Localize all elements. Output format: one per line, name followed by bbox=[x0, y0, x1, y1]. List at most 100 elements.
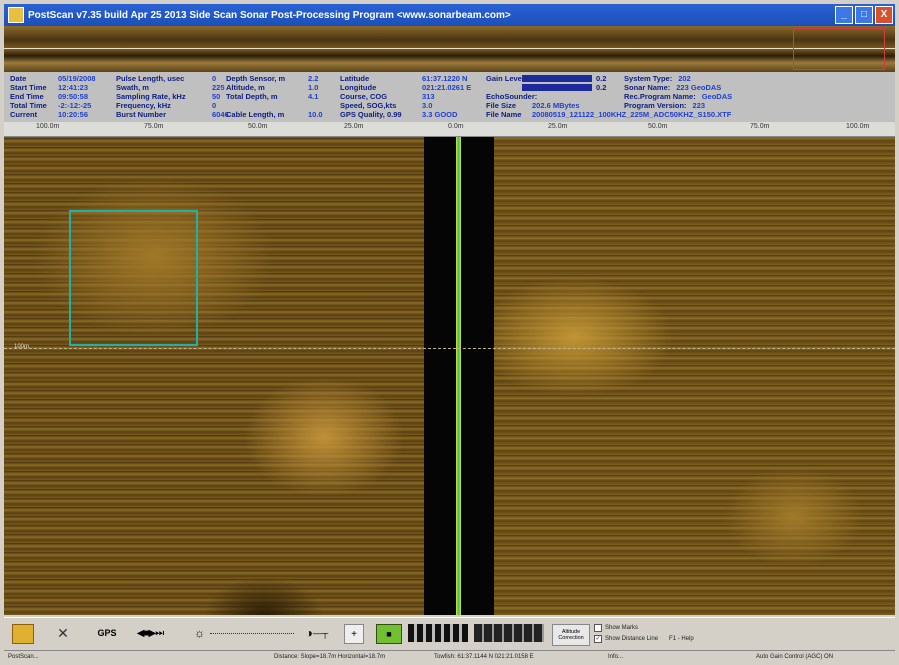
contrast-slider[interactable]: ◑ —┬ bbox=[298, 624, 336, 642]
speed-value: 3.0 bbox=[422, 101, 433, 110]
overview-view-marker[interactable] bbox=[793, 28, 885, 70]
app-icon bbox=[8, 7, 24, 23]
end-time-value: 09:50:58 bbox=[58, 92, 89, 101]
gain-bar-2[interactable] bbox=[522, 84, 592, 91]
altitude-label: Altitude, m bbox=[226, 83, 265, 92]
swath-label: Swath, m bbox=[116, 83, 149, 92]
altitude-correction-button[interactable]: Altitude Correction bbox=[552, 624, 590, 646]
blank-label bbox=[226, 101, 302, 110]
info-panel: Date 05/19/2008 Start Time 12:41:23 End Ti… bbox=[4, 72, 895, 122]
frequency-label: Frequency, kHz bbox=[116, 101, 171, 110]
status-distance: Distance: Slope=18.7m Horizontal=18.7m bbox=[274, 654, 386, 660]
latitude-value: 61:37.1220 N bbox=[422, 74, 468, 83]
title-bar: PostScan v7.35 build Apr 25 2013 Side Sc… bbox=[4, 4, 895, 26]
palette-grayscale-button[interactable] bbox=[408, 624, 468, 642]
show-distance-label: Show Distance Line bbox=[605, 635, 659, 642]
open-folder-icon[interactable] bbox=[12, 624, 34, 644]
status-agc: Auto Gain Control (AGC) ON bbox=[756, 654, 834, 660]
rec-program-value: GeoDAS bbox=[701, 92, 733, 101]
show-distance-checkbox[interactable]: ✓ bbox=[594, 634, 602, 643]
show-distance-option[interactable]: ✓ Show Distance Line F1 - Help bbox=[594, 633, 694, 644]
playback-controls[interactable]: ◀■▶⏭ bbox=[122, 624, 178, 642]
camera-button[interactable]: ■ bbox=[376, 624, 402, 644]
starboard-channel bbox=[494, 137, 895, 615]
info-col-time: Date 05/19/2008 Start Time 12:41:23 End Ti… bbox=[10, 74, 96, 119]
latitude-label: Latitude bbox=[340, 74, 370, 83]
camera-icon: ■ bbox=[386, 629, 392, 639]
ruler-tick-label: 25.0m bbox=[344, 123, 364, 130]
info-col-system: System Type: 202 Sonar Name: 223 GeoDAS Re… bbox=[624, 74, 732, 110]
gps-quality-value: 3.3 GOOD bbox=[422, 110, 458, 119]
echosounder-label: EchoSounder: bbox=[486, 92, 538, 101]
gain-value-2: 0.2 bbox=[596, 83, 607, 92]
window-controls: _ □ X bbox=[835, 6, 893, 24]
status-towfish: Towfish: 61:37.1144 N 021:21.0158 E bbox=[434, 654, 534, 660]
altitude-value: 1.0 bbox=[308, 83, 319, 92]
sonar-waterfall[interactable]: 100m bbox=[4, 137, 895, 615]
close-button[interactable]: X bbox=[875, 6, 893, 24]
frequency-value: 0 bbox=[212, 101, 217, 110]
gps-quality-label: GPS Quality, 0.99 bbox=[340, 110, 402, 119]
date-label: Date bbox=[10, 74, 27, 83]
program-version-label: Program Version: bbox=[624, 101, 687, 110]
distance-line bbox=[4, 348, 895, 349]
window-title: PostScan v7.35 build Apr 25 2013 Side Sc… bbox=[28, 9, 511, 21]
depth-sensor-value: 2.2 bbox=[308, 74, 319, 83]
rec-program-label: Rec.Program Name: bbox=[624, 92, 696, 101]
gain-value-1: 0.2 bbox=[596, 74, 607, 83]
current-time-value: 10:20:56 bbox=[58, 110, 89, 119]
port-channel bbox=[4, 137, 424, 615]
zoom-icon: + bbox=[351, 628, 357, 640]
minimize-button[interactable]: _ bbox=[835, 6, 853, 24]
cable-length-value: 10.0 bbox=[308, 110, 323, 119]
ruler-tick-label: 0.0m bbox=[448, 123, 464, 130]
range-ruler: 100.0m 75.0m 50.0m 25.0m 0.0m 25.0m 50.0… bbox=[4, 122, 895, 137]
overview-strip[interactable] bbox=[4, 26, 895, 72]
maximize-button[interactable]: □ bbox=[855, 6, 873, 24]
current-time-label: Current bbox=[10, 110, 38, 119]
file-name-value: 20080519_121122_100KHZ_225M_ADC50KHZ_S15… bbox=[532, 110, 732, 119]
options-checkboxes: Show Marks ✓ Show Distance Line F1 - Help bbox=[594, 622, 694, 644]
file-size-label: File Size bbox=[486, 101, 517, 110]
ruler-tick-label: 100.0m bbox=[846, 123, 870, 130]
longitude-label: Longitude bbox=[340, 83, 377, 92]
total-depth-value: 4.1 bbox=[308, 92, 319, 101]
show-marks-option[interactable]: Show Marks bbox=[594, 622, 694, 633]
total-depth-label: Total Depth, m bbox=[226, 92, 278, 101]
ruler-tick-label: 50.0m bbox=[648, 123, 668, 130]
sonar-name-label: Sonar Name: bbox=[624, 83, 671, 92]
selection-box[interactable] bbox=[69, 210, 198, 346]
brightness-icon: ☼ bbox=[194, 626, 205, 640]
ruler-tick-label: 25.0m bbox=[548, 123, 568, 130]
contrast-track: —┬ bbox=[312, 628, 329, 638]
show-marks-checkbox[interactable] bbox=[594, 623, 602, 632]
ruler-tick-label: 75.0m bbox=[144, 123, 164, 130]
overview-track-line bbox=[4, 48, 895, 49]
burst-number-label: Burst Number bbox=[116, 110, 167, 119]
palette-alternate-button[interactable] bbox=[474, 624, 544, 642]
ruler-tick-label: 50.0m bbox=[248, 123, 268, 130]
start-time-value: 12:41:23 bbox=[58, 83, 89, 92]
gain-level-label: Gain Level bbox=[486, 74, 524, 83]
longitude-value: 021:21.0261 E bbox=[422, 83, 472, 92]
end-time-label: End Time bbox=[10, 92, 44, 101]
show-marks-label: Show Marks bbox=[605, 624, 639, 631]
gps-button[interactable]: GPS bbox=[94, 624, 120, 642]
start-time-label: Start Time bbox=[10, 83, 47, 92]
status-app: PostScan... bbox=[8, 654, 39, 660]
system-type-value: 202 bbox=[678, 74, 691, 83]
date-value: 05/19/2008 bbox=[58, 74, 96, 83]
speed-label: Speed, SOG,kts bbox=[340, 101, 397, 110]
zoom-button[interactable]: + bbox=[344, 624, 364, 644]
course-value: 313 bbox=[422, 92, 435, 101]
contrast-icon: ◑ bbox=[305, 626, 313, 640]
pulse-length-value: 0 bbox=[212, 74, 217, 83]
nadir-line bbox=[456, 137, 461, 615]
depth-sensor-label: Depth Sensor, m bbox=[226, 74, 286, 83]
tools-icon[interactable]: ✕ bbox=[52, 624, 74, 642]
ruler-tick-label: 75.0m bbox=[750, 123, 770, 130]
file-name-label: File Name bbox=[486, 110, 522, 119]
gain-bar-1[interactable] bbox=[522, 75, 592, 82]
sampling-rate-label: Sampling Rate, kHz bbox=[116, 92, 186, 101]
brightness-slider[interactable]: ☼ bbox=[194, 624, 294, 642]
